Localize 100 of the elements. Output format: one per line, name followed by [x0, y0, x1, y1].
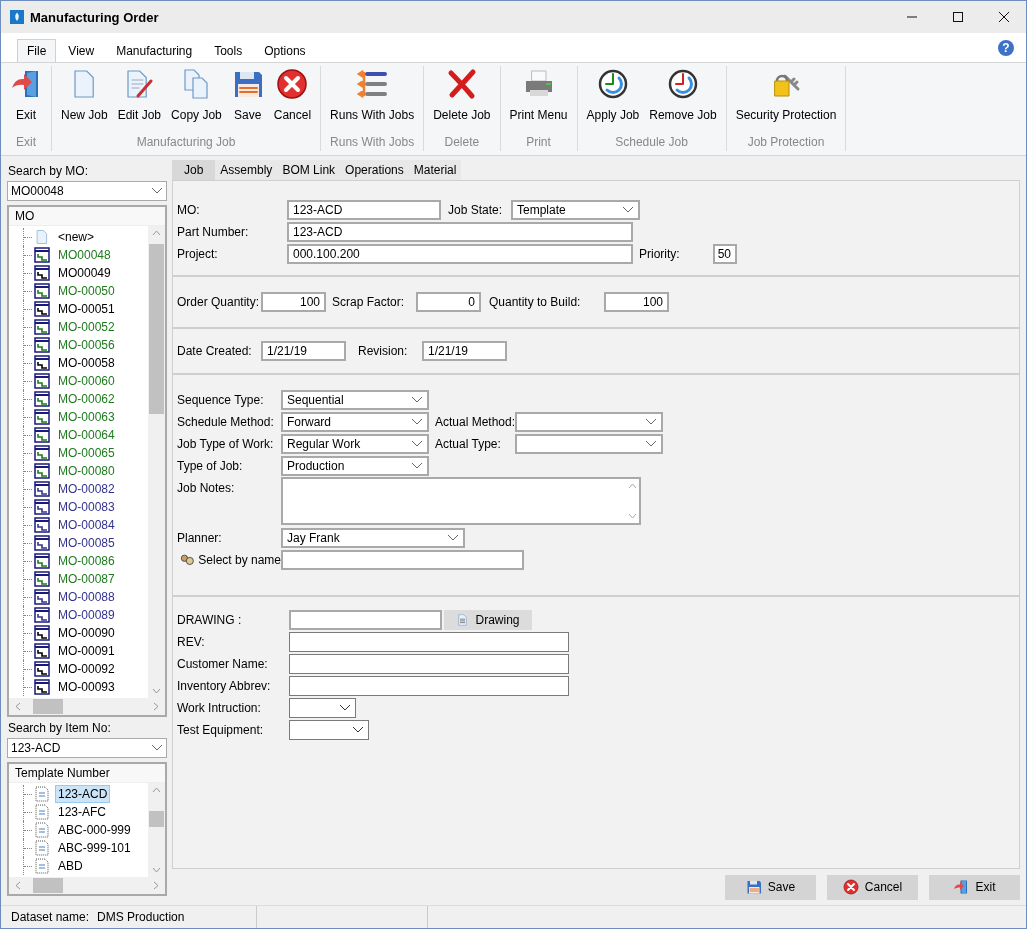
drawing-button[interactable]: Drawing	[444, 610, 532, 630]
text-field[interactable]	[289, 632, 569, 652]
text-field[interactable]	[289, 610, 442, 630]
tree-item[interactable]: MO-00087	[55, 570, 118, 588]
dropdown[interactable]: Sequential	[281, 390, 429, 410]
tree-item[interactable]: MO-00062	[55, 390, 118, 408]
tab[interactable]: Job	[172, 160, 216, 180]
dropdown[interactable]: Forward	[281, 412, 429, 432]
tree-item[interactable]: MO-00092	[55, 660, 118, 678]
ribbon-button[interactable]: Remove Job	[644, 66, 722, 135]
text-field[interactable]: 000.100.200	[287, 244, 633, 264]
scroll-right-icon[interactable]	[153, 702, 159, 711]
text-field[interactable]: 1/21/19	[422, 341, 507, 361]
help-button[interactable]: ?	[998, 40, 1014, 56]
text-field[interactable]	[281, 550, 524, 570]
text-field[interactable]: 100	[604, 292, 669, 312]
tree-item[interactable]: ABD	[55, 857, 86, 875]
tree-item[interactable]: MO-00058	[55, 354, 118, 372]
menu-item[interactable]: Tools	[204, 39, 253, 62]
tree-item[interactable]: MO00049	[55, 264, 114, 282]
footer-button[interactable]: Exit	[929, 874, 1020, 900]
ribbon-button[interactable]: New Job	[56, 66, 113, 135]
dropdown[interactable]: Production	[281, 456, 429, 476]
tree-item[interactable]: ABC-999-101	[55, 839, 134, 857]
dropdown[interactable]: Regular Work	[281, 434, 429, 454]
scroll-up-icon[interactable]	[152, 230, 161, 236]
dropdown[interactable]	[515, 412, 663, 432]
tree-item[interactable]: <new>	[55, 228, 98, 246]
tree-item[interactable]: 123-ACD	[55, 785, 111, 803]
tree-item[interactable]: MO-00050	[55, 282, 118, 300]
dropdown[interactable]	[515, 434, 663, 454]
tree-item[interactable]: MO-00082	[55, 480, 118, 498]
tree-item[interactable]: MO-00088	[55, 588, 118, 606]
tree-item[interactable]: MO-00086	[55, 552, 118, 570]
scroll-left-icon[interactable]	[15, 881, 21, 890]
tree-item[interactable]: ABC-000-999	[55, 821, 134, 839]
tree-item[interactable]: MO-00052	[55, 318, 118, 336]
dropdown[interactable]: Template	[511, 200, 640, 220]
ribbon-button[interactable]: Security Protection	[730, 66, 842, 135]
ribbon-button[interactable]: Cancel	[268, 66, 317, 135]
dropdown[interactable]: Jay Frank	[281, 528, 465, 548]
tree-item[interactable]: MO-00093	[55, 678, 118, 696]
vertical-scrollbar[interactable]	[148, 783, 165, 877]
ribbon-button[interactable]: Runs With Jobs	[325, 66, 420, 135]
tree-item[interactable]: MO-00065	[55, 444, 118, 462]
ribbon-button[interactable]: Exit	[5, 66, 47, 135]
notes-field[interactable]	[281, 477, 641, 525]
text-field[interactable]: 0	[416, 292, 481, 312]
tree-item[interactable]: MO-00083	[55, 498, 118, 516]
scroll-thumb[interactable]	[33, 878, 63, 893]
tab[interactable]: BOM Link	[277, 160, 341, 180]
scroll-up-icon[interactable]	[152, 787, 161, 793]
menu-item[interactable]: View	[58, 39, 105, 62]
ribbon-button[interactable]: Apply Job	[581, 66, 645, 135]
text-field[interactable]: 50	[713, 244, 737, 264]
scroll-down-icon[interactable]	[152, 867, 161, 873]
dropdown[interactable]	[289, 698, 356, 718]
text-field[interactable]: 123-ACD	[287, 222, 633, 242]
footer-button[interactable]: Save	[725, 874, 816, 900]
scroll-down-icon[interactable]	[152, 688, 161, 694]
tree-item[interactable]: MO-00051	[55, 300, 118, 318]
tree-item[interactable]: MO-00063	[55, 408, 118, 426]
tab[interactable]: Operations	[340, 160, 409, 180]
scroll-left-icon[interactable]	[15, 702, 21, 711]
text-field[interactable]	[289, 676, 569, 696]
text-field[interactable]	[289, 654, 569, 674]
ribbon-button[interactable]: Delete Job	[428, 66, 496, 135]
close-icon[interactable]	[998, 11, 1010, 23]
tree-item[interactable]: MO-00089	[55, 606, 118, 624]
maximize-icon[interactable]	[952, 11, 964, 23]
menu-item[interactable]: Options	[254, 39, 316, 62]
text-field[interactable]: 100	[261, 292, 326, 312]
scroll-thumb[interactable]	[149, 811, 164, 827]
tree-item[interactable]: 123-AFC	[55, 803, 110, 821]
ribbon-button[interactable]: Save	[226, 66, 269, 135]
tree-item[interactable]: MO-00056	[55, 336, 118, 354]
scroll-right-icon[interactable]	[153, 881, 159, 890]
tree-item[interactable]: MO00048	[55, 246, 114, 264]
menu-item[interactable]: File	[17, 39, 57, 62]
horizontal-scrollbar[interactable]	[9, 698, 165, 715]
ribbon-button[interactable]: Print Menu	[504, 66, 573, 135]
footer-button[interactable]: Cancel	[827, 874, 918, 900]
tree-item[interactable]: MO-00084	[55, 516, 118, 534]
tab[interactable]: Material	[408, 160, 462, 180]
tab[interactable]: Assembly	[215, 160, 278, 180]
scroll-thumb[interactable]	[149, 244, 164, 414]
tree-item[interactable]: MO-00064	[55, 426, 118, 444]
tree-item[interactable]: MO-00080	[55, 462, 118, 480]
search-dropdown[interactable]: 123-ACD	[7, 738, 167, 758]
scroll-thumb[interactable]	[33, 699, 63, 714]
tree-item[interactable]: MO-00060	[55, 372, 118, 390]
menu-item[interactable]: Manufacturing	[106, 39, 203, 62]
search-dropdown[interactable]: MO00048	[7, 181, 167, 201]
ribbon-button[interactable]: Copy Job	[166, 66, 227, 135]
text-field[interactable]: 1/21/19	[261, 341, 346, 361]
tree-item[interactable]: MO-00085	[55, 534, 118, 552]
ribbon-button[interactable]: Edit Job	[112, 66, 167, 135]
text-field[interactable]: 123-ACD	[287, 200, 441, 220]
tree-item[interactable]: MO-00091	[55, 642, 118, 660]
dropdown[interactable]	[289, 720, 369, 740]
